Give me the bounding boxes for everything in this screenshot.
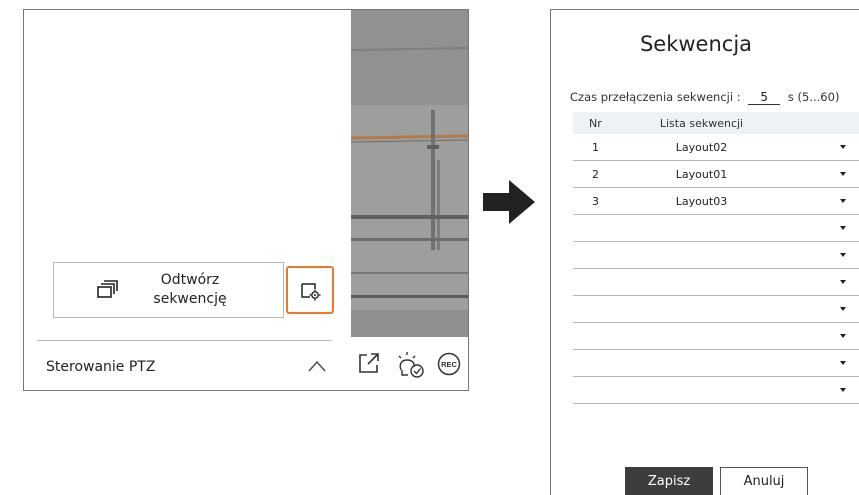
table-row[interactable] — [573, 350, 859, 377]
chevron-down-icon[interactable] — [840, 253, 846, 257]
play-sequence-button[interactable]: Odtwórz sekwencję — [53, 262, 284, 318]
table-row[interactable]: 3 Layout03 — [573, 188, 859, 215]
column-header-list: Lista sekwencji — [659, 116, 744, 130]
column-header-nr: Nr — [589, 116, 602, 130]
play-sequence-label: Odtwórz sekwencję — [153, 272, 227, 307]
sequence-table: Nr Lista sekwencji 1 Layout02 2 Layout01 3 La… — [573, 112, 859, 404]
save-button[interactable]: Zapisz — [625, 467, 713, 495]
panel-divider — [37, 340, 332, 341]
table-row[interactable] — [573, 296, 859, 323]
row-layout-select[interactable]: Layout02 — [613, 141, 859, 154]
row-layout-select[interactable]: Layout01 — [613, 168, 859, 181]
chevron-down-icon[interactable] — [840, 199, 846, 203]
sequence-settings-button[interactable] — [286, 266, 334, 314]
chevron-down-icon[interactable] — [840, 145, 846, 149]
table-header: Nr Lista sekwencji — [573, 112, 859, 134]
popout-icon[interactable] — [357, 351, 381, 379]
sequence-settings-icon — [301, 283, 321, 301]
table-row[interactable] — [573, 269, 859, 296]
dialog-title: Sekwencja — [639, 32, 753, 56]
chevron-up-icon[interactable] — [307, 358, 327, 378]
chevron-down-icon[interactable] — [840, 307, 846, 311]
chevron-down-icon[interactable] — [840, 334, 846, 338]
camera-video-feed[interactable] — [351, 10, 468, 337]
cancel-button[interactable]: Anuluj — [720, 467, 808, 495]
event-check-icon[interactable] — [396, 351, 428, 383]
chevron-down-icon[interactable] — [840, 361, 846, 365]
sequence-layers-icon — [96, 278, 120, 302]
switch-time-unit: s (5...60) — [787, 90, 840, 104]
switch-time-label: Czas przełączenia sekwencji : — [570, 90, 741, 104]
row-number: 1 — [592, 140, 599, 154]
table-row[interactable]: 2 Layout01 — [573, 161, 859, 188]
switch-time-row: Czas przełączenia sekwencji : 5 s (5...6… — [570, 90, 839, 105]
chevron-down-icon[interactable] — [840, 280, 846, 284]
row-number: 2 — [592, 167, 599, 181]
chevron-down-icon[interactable] — [840, 172, 846, 176]
table-row[interactable] — [573, 215, 859, 242]
table-row[interactable] — [573, 377, 859, 404]
table-row[interactable] — [573, 242, 859, 269]
rec-icon[interactable]: REC — [437, 352, 461, 380]
ptz-control-label: Sterowanie PTZ — [46, 359, 156, 375]
table-row[interactable]: 1 Layout02 — [573, 134, 859, 161]
switch-time-input[interactable]: 5 — [748, 91, 781, 105]
live-view-panel: Odtwórz sekwencję Sterowanie PTZ REC — [23, 9, 469, 391]
row-layout-select[interactable]: Layout03 — [613, 195, 859, 208]
row-number: 3 — [592, 194, 599, 208]
chevron-down-icon[interactable] — [840, 226, 846, 230]
chevron-down-icon[interactable] — [840, 388, 846, 392]
sequence-dialog: Sekwencja Czas przełączenia sekwencji : … — [550, 9, 859, 495]
right-arrow-icon — [483, 180, 535, 228]
camera-scene-image — [351, 10, 468, 337]
rec-text: REC — [441, 360, 457, 369]
table-row[interactable] — [573, 323, 859, 350]
